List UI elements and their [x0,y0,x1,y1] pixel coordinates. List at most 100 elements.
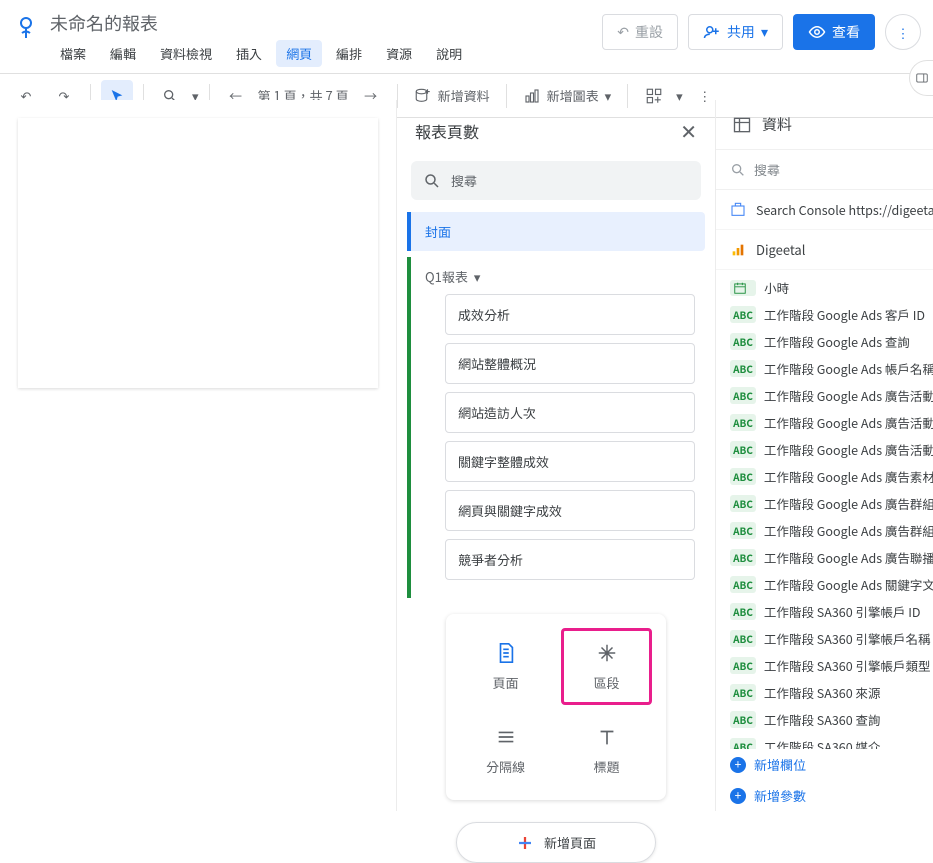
field-row[interactable]: ABC 工作階段 Google Ads 廣告群組 ID [716,490,933,517]
abc-type-badge: ABC [730,306,756,323]
field-row[interactable]: ABC工作階段 SA360 來源 [716,679,933,706]
field-row[interactable]: ABC工作階段 SA360 引擎帳戶名稱 [716,625,933,652]
field-label: 工作階段 Google Ads 廣告群組 ID [764,494,933,513]
add-param-link[interactable]: + 新增參數 [716,780,933,811]
more-vert-icon: ⋮ [897,23,910,42]
sub-page-item[interactable]: 關鍵字整體成效 [445,441,695,482]
data-panel: 資料 搜尋 Search Console https://digeetalsy…… [716,100,933,811]
document-title[interactable]: 未命名的報表 [50,8,602,40]
add-divider-option[interactable]: 分隔線 [460,715,551,786]
menu-file[interactable]: 檔案 [50,40,96,67]
field-label: 工作階段 SA360 媒介 [764,737,880,749]
sub-page-item[interactable]: 網站造訪人次 [445,392,695,433]
field-label: 工作階段 SA360 引擎帳戶名稱 [764,629,930,648]
menu-help[interactable]: 說明 [426,40,472,67]
field-row[interactable]: ABC 工作階段 SA360 媒介 [716,733,933,749]
title-icon [595,725,619,749]
sub-page-item[interactable]: 網頁與關鍵字成效 [445,490,695,531]
page-cover[interactable]: 封面 [407,212,705,251]
menu-arrange[interactable]: 編排 [326,40,372,67]
add-element-card: 頁面 區段 分隔線 標題 [446,614,666,800]
sub-page-item[interactable]: 成效分析 [445,294,695,335]
menu-view[interactable]: 資料檢視 [150,40,222,67]
share-icon [703,23,721,41]
field-label: 工作階段 Google Ads 廣告素材 ID [764,467,933,486]
menu-insert[interactable]: 插入 [226,40,272,67]
abc-type-badge: ABC [730,468,756,485]
section-label: Q1報表 [425,267,468,286]
gsc-icon [730,202,746,218]
ga-icon [730,242,746,258]
field-row[interactable]: 小時 [716,274,933,301]
abc-type-badge: ABC [730,495,756,512]
abc-type-badge: ABC [730,738,756,749]
add-section-option[interactable]: 區段 [561,628,652,705]
calendar-icon [730,280,756,296]
field-row[interactable]: ABC 工作階段 SA360 查詢 [716,706,933,733]
plus-circle-icon: + [730,757,746,773]
close-icon[interactable]: ✕ [680,116,697,145]
menu-edit[interactable]: 編輯 [100,40,146,67]
add-field-link[interactable]: + 新增欄位 [716,749,933,780]
field-row[interactable]: ABC工作階段 Google Ads 帳戶名稱 [716,355,933,382]
field-row[interactable]: ABC工作階段 Google Ads 廣告群組名稱 [716,517,933,544]
view-button[interactable]: 查看 [793,14,875,50]
canvas-area[interactable] [0,100,396,811]
datasource-digeetal[interactable]: Digeetal › [716,230,933,270]
abc-type-badge: ABC [730,684,756,701]
sub-page-item[interactable]: 網站整體概況 [445,343,695,384]
field-row[interactable]: ABC 工作階段 Google Ads 廣告素材 ID [716,463,933,490]
data-search-input[interactable]: 搜尋 [716,150,933,190]
abc-type-badge: ABC [730,441,756,458]
add-page-button[interactable]: 新增頁面 [456,822,656,863]
report-canvas[interactable] [18,118,378,388]
section-q1[interactable]: Q1報表 ▾ [407,257,705,290]
menu-resource[interactable]: 資源 [376,40,422,67]
add-title-option[interactable]: 標題 [561,715,652,786]
share-button[interactable]: 共用 ▾ [688,14,783,50]
data-search-placeholder: 搜尋 [754,160,780,179]
sub-page-item[interactable]: 競爭者分析 [445,539,695,580]
abc-type-badge: ABC [730,711,756,728]
field-row[interactable]: ABC工作階段 Google Ads 廣告聯播網… [716,544,933,571]
field-row[interactable]: ABC工作階段 SA360 引擎帳戶類型 [716,652,933,679]
field-label: 工作階段 Google Ads 廣告群組名稱 [764,521,933,540]
section-icon [595,641,619,665]
abc-type-badge: ABC [730,657,756,674]
field-row[interactable]: ABC工作階段 Google Ads 廣告活動類型 [716,436,933,463]
section-children: 成效分析網站整體概況網站造訪人次關鍵字整體成效網頁與關鍵字成效競爭者分析 [407,290,705,598]
view-label: 查看 [832,22,860,42]
field-label: 工作階段 Google Ads 關鍵字文字 [764,575,933,594]
field-label: 工作階段 Google Ads 廣告活動 ID [764,413,933,432]
data-panel-title: 資料 [762,114,792,135]
chevron-down-icon: ▾ [761,22,768,42]
field-row[interactable]: ABC工作階段 Google Ads 關鍵字文字 [716,571,933,598]
add-page-label: 頁面 [492,673,518,692]
reset-label: 重設 [635,22,663,42]
pages-panel-title: 報表頁數 [415,119,479,143]
field-row[interactable]: ABC 工作階段 Google Ads 廣告活動 ID [716,409,933,436]
field-label: 工作階段 Google Ads 查詢 [764,332,910,351]
reset-button[interactable]: ↶ 重設 [602,14,678,50]
abc-type-badge: ABC [730,333,756,350]
field-label: 工作階段 Google Ads 廣告活動 [764,386,933,405]
chevron-down-icon: ▾ [474,267,481,286]
search-icon [730,162,746,178]
pages-search-input[interactable]: 搜尋 [411,161,701,200]
field-row[interactable]: ABC工作階段 SA360 引擎帳戶 ID [716,598,933,625]
field-row[interactable]: ABC工作階段 Google Ads 客戶 ID [716,301,933,328]
abc-type-badge: ABC [730,387,756,404]
abc-type-badge: ABC [730,414,756,431]
panel-icon [915,71,929,85]
cover-label: 封面 [425,222,451,241]
menubar: 檔案 編輯 資料檢視 插入 網頁 編排 資源 說明 [50,40,602,73]
field-row[interactable]: ABC 工作階段 Google Ads 查詢 [716,328,933,355]
abc-type-badge: ABC [730,603,756,620]
field-row[interactable]: ABC 工作階段 Google Ads 廣告活動 [716,382,933,409]
add-page-option[interactable]: 頁面 [460,628,551,705]
field-label: 工作階段 SA360 查詢 [764,710,880,729]
datasource-search-console[interactable]: Search Console https://digeetalsy… › [716,190,933,230]
menu-page[interactable]: 網頁 [276,40,322,67]
more-button[interactable]: ⋮ [885,14,921,50]
undo-arrow-icon: ↶ [617,22,629,42]
